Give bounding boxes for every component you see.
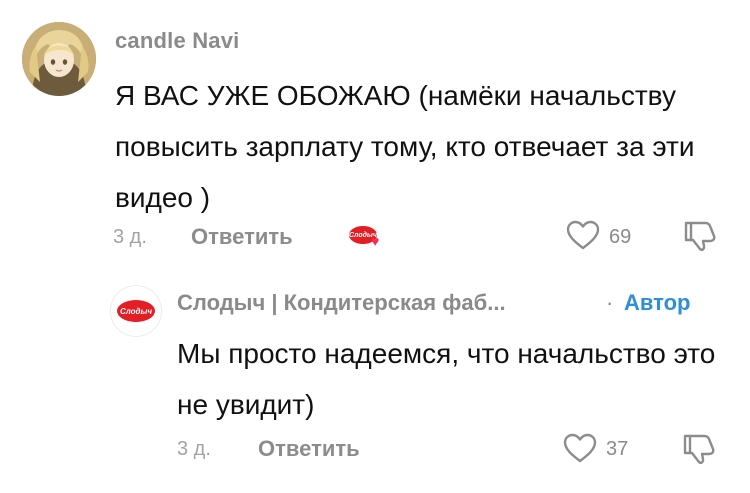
- comment-author[interactable]: candle Navi: [115, 28, 239, 54]
- reply-like-count: 37: [606, 438, 629, 460]
- avatar[interactable]: [22, 22, 96, 96]
- heart-outline-icon[interactable]: [565, 219, 601, 251]
- thumb-down-icon[interactable]: [682, 432, 718, 466]
- reply-reply-button[interactable]: Ответить: [258, 436, 360, 462]
- like-count: 69: [609, 226, 632, 248]
- comment-date: 3 д.: [113, 226, 147, 248]
- author-tag: Автор: [624, 290, 691, 315]
- reply-button[interactable]: Ответить: [191, 224, 293, 250]
- comment-text: Я ВАС УЖЕ ОБОЖАЮ (намёки начальству повы…: [115, 80, 695, 213]
- reply-text: Мы просто надеемся, что начальство это н…: [177, 338, 716, 420]
- brand-avatar[interactable]: Слодыч: [110, 285, 162, 337]
- heart-badge-icon: ♥: [371, 233, 380, 249]
- anime-character-avatar-icon: [22, 22, 96, 96]
- thumb-down-icon[interactable]: [683, 219, 719, 253]
- author-separator: ·: [606, 290, 614, 315]
- reply-date: 3 д.: [177, 438, 211, 460]
- heart-outline-icon[interactable]: [562, 432, 598, 464]
- brand-logo: Слодыч: [117, 300, 155, 322]
- creator-liked-badge: Слодыч ♥: [349, 224, 389, 250]
- reply-author[interactable]: Слодыч | Кондитерская фаб...: [177, 290, 506, 316]
